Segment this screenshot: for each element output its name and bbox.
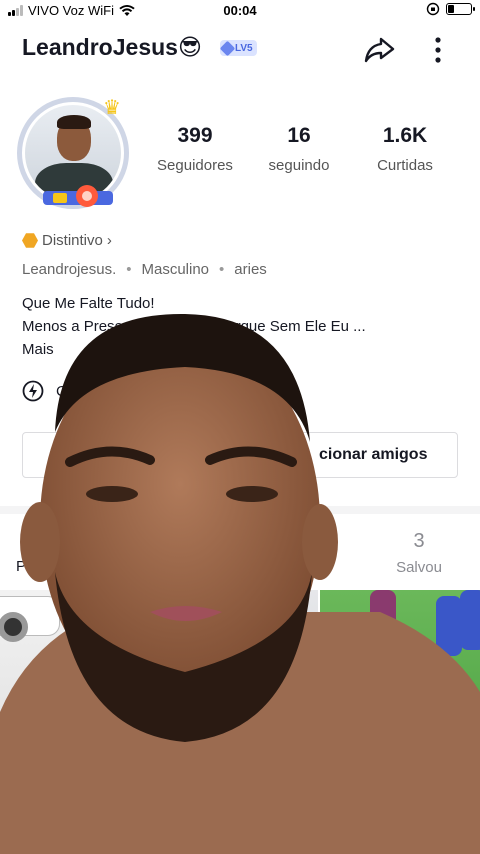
badge-link[interactable]: Distintivo › — [22, 232, 112, 249]
bio-line-2-end: Porque Sem Ele Eu ... — [217, 318, 366, 335]
battery-icon — [446, 3, 475, 15]
bio-more-link[interactable]: Mais — [22, 338, 462, 361]
tab-saved-label: Salvou — [396, 559, 442, 576]
handle: Leandrojesus. — [22, 261, 117, 278]
zodiac-sign: aries — [234, 261, 267, 278]
profile-info-row: Leandrojesus. • Masculino • aries — [22, 261, 267, 278]
badge-hex-icon — [22, 233, 38, 248]
section-divider — [0, 506, 480, 514]
followers-count: 399 — [177, 124, 213, 147]
share-icon[interactable] — [362, 32, 396, 66]
status-bar: VIVO Voz WiFi 00:04 — [0, 0, 480, 22]
quick-action-row[interactable]: C — [22, 380, 67, 402]
bio: Que Me Falte Tudo! Menos a Presen Porque … — [22, 292, 462, 361]
bio-line-2: Menos a Presen Porque Sem Ele Eu ... — [22, 315, 462, 338]
lightning-icon — [22, 380, 44, 402]
video-grid — [0, 590, 480, 854]
battery-fill — [448, 5, 454, 13]
player-figure — [436, 596, 462, 656]
profile-stats: 399 Seguidores 16 seguindo 1.6K Curtidas — [140, 124, 480, 184]
more-options-icon[interactable] — [428, 32, 448, 66]
level-label: LV5 — [235, 42, 253, 54]
chevron-right-icon: › — [106, 232, 112, 249]
separator-dot: • — [219, 261, 225, 278]
player-figure — [370, 590, 396, 650]
likes-label: Curtidas — [377, 157, 433, 174]
add-friends-button[interactable]: cionar amigos — [22, 432, 458, 478]
soccer-ball-image — [352, 650, 444, 742]
level-badge[interactable]: LV5 — [219, 40, 257, 56]
quick-action-label: C — [56, 382, 67, 400]
video-thumbnail[interactable] — [0, 590, 158, 854]
following-count: 16 — [287, 124, 311, 147]
tab-liked[interactable]: 3 as — [306, 530, 336, 576]
username: LeandroJesus😎 — [22, 34, 202, 60]
tab-published-label: Pu — [16, 558, 35, 575]
camera-decoration-icon — [43, 185, 113, 207]
profile-header: LeandroJesus😎 LV5 — [0, 28, 480, 68]
tab-saved-count: 3 — [413, 530, 425, 552]
followers-stat[interactable]: 399 Seguidores — [140, 124, 250, 174]
wheel-image — [0, 612, 28, 642]
following-label: seguindo — [268, 157, 330, 174]
tab-published[interactable]: Pu — [16, 558, 34, 575]
gender: Masculino — [141, 261, 210, 278]
tab-saved[interactable]: 3 Salvou — [386, 530, 452, 576]
content-tabs: Pu 3 as 3 Salvou — [0, 524, 480, 590]
badge-label: Distintivo — [42, 232, 103, 249]
avatar[interactable]: ♛ — [15, 95, 133, 213]
followers-label: Seguidores — [157, 157, 233, 174]
separator-dot: • — [126, 261, 132, 278]
player-figure — [460, 590, 480, 650]
crown-icon: ♛ — [103, 97, 121, 119]
orientation-lock-icon — [426, 2, 440, 16]
tab-liked-count: 3 — [315, 530, 327, 552]
tab-liked-label: as — [313, 559, 329, 576]
following-stat[interactable]: 16 seguindo — [244, 124, 354, 174]
likes-stat[interactable]: 1.6K Curtidas — [350, 124, 460, 174]
level-gem-icon — [219, 40, 236, 56]
bio-line-1: Que Me Falte Tudo! — [22, 295, 155, 312]
likes-count: 1.6K — [382, 124, 428, 147]
clock: 00:04 — [223, 3, 257, 18]
quick-action-right-label: i — [294, 382, 298, 399]
add-friends-label: cionar amigos — [319, 446, 428, 463]
bio-line-2-start: Menos a Presen — [22, 318, 132, 335]
video-thumbnail[interactable] — [160, 590, 318, 854]
